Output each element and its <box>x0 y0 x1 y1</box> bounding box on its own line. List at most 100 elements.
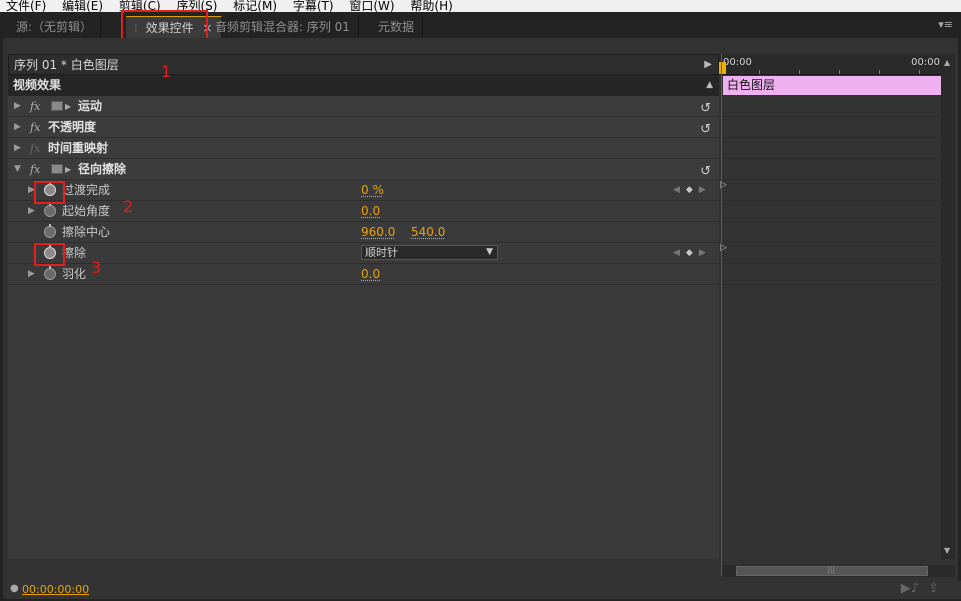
collapse-arrow-icon[interactable]: ▲ <box>706 75 713 96</box>
scroll-up-icon[interactable]: ▲ <box>944 58 950 67</box>
stopwatch-icon[interactable] <box>44 224 56 238</box>
tab-metadata[interactable]: 元数据 <box>370 16 424 38</box>
property-name: 羽化 <box>62 267 87 281</box>
property-row-feather: ▶ 羽化 0.0 <box>8 264 719 285</box>
clip-bar-label: 白色图层 <box>727 78 776 92</box>
reset-icon[interactable]: ↺ <box>700 98 711 119</box>
effect-row-time-remapping[interactable]: ▶ fx 时间重映射 <box>8 138 719 159</box>
effect-name-time-remapping: 时间重映射 <box>48 141 109 155</box>
property-value-x[interactable]: 960.0 <box>361 222 395 243</box>
reset-icon[interactable]: ↺ <box>700 161 711 182</box>
tab-source-label: 源:（无剪辑） <box>16 20 93 34</box>
effect-row-opacity[interactable]: ▶ fx 不透明度 ↺ <box>8 117 719 138</box>
stopwatch-icon[interactable] <box>44 203 56 217</box>
property-value[interactable]: 0.0 <box>361 264 380 285</box>
effect-row-radial-wipe[interactable]: ▼ fx ▶ 径向擦除 ↺ <box>8 159 719 180</box>
motion-transform-icon[interactable] <box>51 101 63 111</box>
menu-window[interactable]: 窗口(W) <box>343 0 400 12</box>
twirl-right-icon[interactable]: ▶ <box>28 201 35 222</box>
sequence-clip-header: 序列 01 * 白色图层 ▶ <box>8 54 719 75</box>
annotation-label-1: 1 <box>161 62 172 81</box>
scroll-thumb[interactable]: ||| <box>736 565 928 576</box>
property-row-start-angle: ▶ 起始角度 0.0 <box>8 201 719 222</box>
video-effects-header: 视频效果 ▲ <box>8 75 719 96</box>
property-row-transition-completion: ▶ 过渡完成 0 % ◀◆▶ <box>8 180 719 201</box>
property-name: 起始角度 <box>62 204 111 218</box>
annotation-box-2 <box>34 181 65 204</box>
annotation-label-2: 2 <box>123 197 134 216</box>
ruler-tick <box>919 70 920 74</box>
effect-arrow-icon: ▶ <box>65 165 72 174</box>
annotation-box-3 <box>34 243 65 266</box>
reset-icon[interactable]: ↺ <box>700 119 711 140</box>
stopwatch-icon[interactable] <box>44 266 56 280</box>
horizontal-scrollbar[interactable]: ||| <box>722 565 955 577</box>
timeline-row <box>719 96 942 117</box>
video-effects-label: 视频效果 <box>13 78 62 92</box>
ruler-tick <box>799 70 800 74</box>
scroll-grip-icon: ||| <box>827 565 836 574</box>
timeline-row <box>719 117 942 138</box>
show-timeline-arrow-icon[interactable]: ▶ <box>704 55 712 75</box>
keyframe-navigator[interactable]: ◀◆▶ <box>673 243 712 264</box>
scroll-down-icon[interactable]: ▼ <box>944 546 950 555</box>
timeline-row <box>719 201 942 222</box>
add-keyframe-diamond-icon[interactable]: ◆ <box>686 185 699 195</box>
export-icon[interactable]: ⇪ <box>928 581 939 596</box>
effect-controls-panel: 序列 01 * 白色图层 ▶ 视频效果 ▲ ▶ fx ▶ 运动 ↺ ▶ fx 不… <box>3 38 961 599</box>
effect-list: 序列 01 * 白色图层 ▶ 视频效果 ▲ ▶ fx ▶ 运动 ↺ ▶ fx 不… <box>8 54 719 559</box>
wipe-direction-value: 顺时针 <box>365 246 398 259</box>
ruler-tick <box>759 70 760 74</box>
clip-bar[interactable]: 白色图层 <box>723 76 942 95</box>
menu-file[interactable]: 文件(F) <box>0 0 52 12</box>
twirl-down-icon[interactable]: ▼ <box>14 159 21 180</box>
ruler-tick <box>879 70 880 74</box>
current-timecode[interactable]: 00:00:00:00 <box>22 583 89 596</box>
timeline-row <box>719 264 942 285</box>
vertical-scrollbar[interactable]: ▲ ▼ <box>941 54 955 559</box>
twirl-right-icon[interactable]: ▶ <box>14 96 21 117</box>
tab-audio-clip-mixer[interactable]: 音频剪辑混合器: 序列 01 <box>207 16 359 38</box>
add-keyframe-diamond-icon[interactable]: ◆ <box>686 248 699 258</box>
fx-badge[interactable]: fx <box>30 117 40 138</box>
property-value-y[interactable]: 540.0 <box>411 222 445 243</box>
annotation-label-3: 3 <box>91 258 102 277</box>
fx-badge[interactable]: fx <box>30 96 40 117</box>
playhead-line <box>721 54 722 576</box>
menu-edit[interactable]: 编辑(E) <box>56 0 109 12</box>
menu-marker[interactable]: 标记(M) <box>227 0 283 12</box>
menu-title[interactable]: 字幕(T) <box>287 0 340 12</box>
twirl-right-icon[interactable]: ▶ <box>14 117 21 138</box>
ruler-end-timecode: 00:00 <box>911 57 940 68</box>
property-row-wipe: 擦除 顺时针 ▼ ◀◆▶ <box>8 243 719 264</box>
tab-audio-clip-mixer-label: 音频剪辑混合器: 序列 01 <box>215 20 350 34</box>
timeline-row <box>719 159 942 180</box>
twirl-right-icon[interactable]: ▶ <box>14 138 21 159</box>
property-row-wipe-center: 擦除中心 960.0 540.0 <box>8 222 719 243</box>
property-name: 过渡完成 <box>62 183 111 197</box>
play-audio-icon[interactable]: ▶♪ <box>901 581 919 596</box>
property-value[interactable]: 0.0 <box>361 201 380 222</box>
tab-source[interactable]: 源:（无剪辑） <box>8 16 102 38</box>
property-name: 擦除中心 <box>62 225 111 239</box>
menu-help[interactable]: 帮助(H) <box>404 0 458 12</box>
fx-badge[interactable]: fx <box>30 159 40 180</box>
effect-mask-icon[interactable] <box>51 164 63 174</box>
pin-icon[interactable]: ● <box>10 583 19 594</box>
time-ruler[interactable]: 00:00 00:00 <box>719 54 942 75</box>
status-bar: ● 00:00:00:00 ▶♪ ⇪ <box>6 581 961 599</box>
effect-name-radial-wipe: 径向擦除 <box>78 162 127 176</box>
keyframe-navigator[interactable]: ◀◆▶ <box>673 180 712 201</box>
wipe-direction-select[interactable]: 顺时针 ▼ <box>361 245 498 260</box>
motion-arrow-icon: ▶ <box>65 102 72 111</box>
effect-row-motion[interactable]: ▶ fx ▶ 运动 ↺ <box>8 96 719 117</box>
timeline-row <box>719 222 942 243</box>
timeline-row <box>719 138 942 159</box>
tab-metadata-label: 元数据 <box>378 20 415 34</box>
twirl-right-icon[interactable]: ▶ <box>28 264 35 285</box>
effect-timeline: 00:00 00:00 白色图层 ▷ ▷ <box>719 54 942 576</box>
fx-badge: fx <box>30 142 41 155</box>
property-value[interactable]: 0 % <box>361 180 384 201</box>
panel-menu-icon[interactable]: ▾≡ <box>938 18 953 31</box>
ruler-start-timecode: 00:00 <box>723 57 752 68</box>
